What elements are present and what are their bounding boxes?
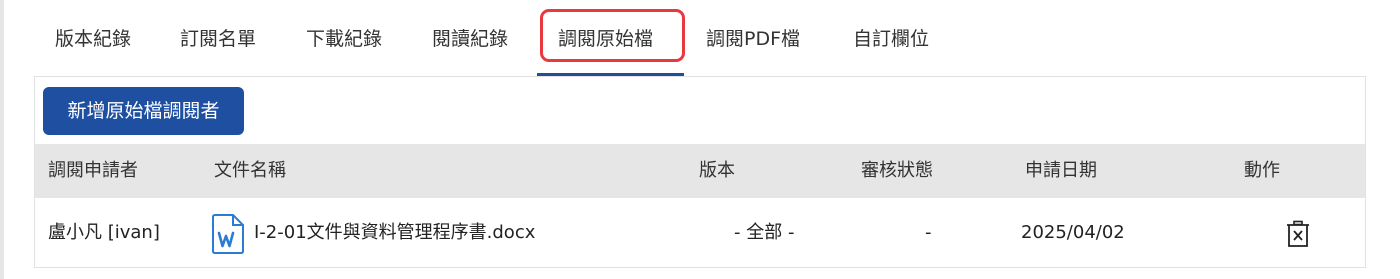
tab-download-log[interactable]: 下載紀錄 xyxy=(306,14,382,64)
table-row: 盧小凡 [ivan] I-2-01文件與資料管理程序書.docx - 全部 - … xyxy=(35,198,1365,268)
tab-read-log[interactable]: 閱讀紀錄 xyxy=(432,14,508,64)
tab-custom-fields[interactable]: 自訂欄位 xyxy=(853,14,929,64)
original-file-access-panel: 新增原始檔調閱者 調閱申請者 文件名稱 版本 審核狀態 申請日期 動作 盧小凡 … xyxy=(34,76,1366,268)
tab-subscribers[interactable]: 訂閱名單 xyxy=(180,14,256,64)
tab-pdf-access[interactable]: 調閱PDF檔 xyxy=(706,14,800,64)
header-review-status: 審核狀態 xyxy=(861,160,933,181)
add-original-file-reader-button[interactable]: 新增原始檔調閱者 xyxy=(43,87,244,135)
word-document-icon xyxy=(212,214,244,254)
cell-version: - 全部 - xyxy=(734,222,795,243)
left-rule xyxy=(0,0,4,279)
cell-apply-date: 2025/04/02 xyxy=(1021,222,1125,243)
header-action: 動作 xyxy=(1244,160,1280,181)
active-tab-highlight xyxy=(540,9,685,62)
header-applicant: 調閱申請者 xyxy=(48,160,138,181)
table-header: 調閱申請者 文件名稱 版本 審核狀態 申請日期 動作 xyxy=(35,144,1365,198)
header-apply-date: 申請日期 xyxy=(1025,160,1097,181)
tab-bar: 版本紀錄 訂閱名單 下載紀錄 閱讀紀錄 調閱原始檔 調閱PDF檔 自訂欄位 xyxy=(34,0,1366,77)
cell-applicant: 盧小凡 [ivan] xyxy=(48,222,160,243)
header-file-name: 文件名稱 xyxy=(214,160,286,181)
header-version: 版本 xyxy=(699,160,735,181)
cell-file-name[interactable]: I-2-01文件與資料管理程序書.docx xyxy=(254,198,535,268)
tab-version-history[interactable]: 版本紀錄 xyxy=(55,14,131,64)
delete-icon[interactable] xyxy=(1286,220,1310,248)
cell-review-status: - xyxy=(925,222,932,243)
